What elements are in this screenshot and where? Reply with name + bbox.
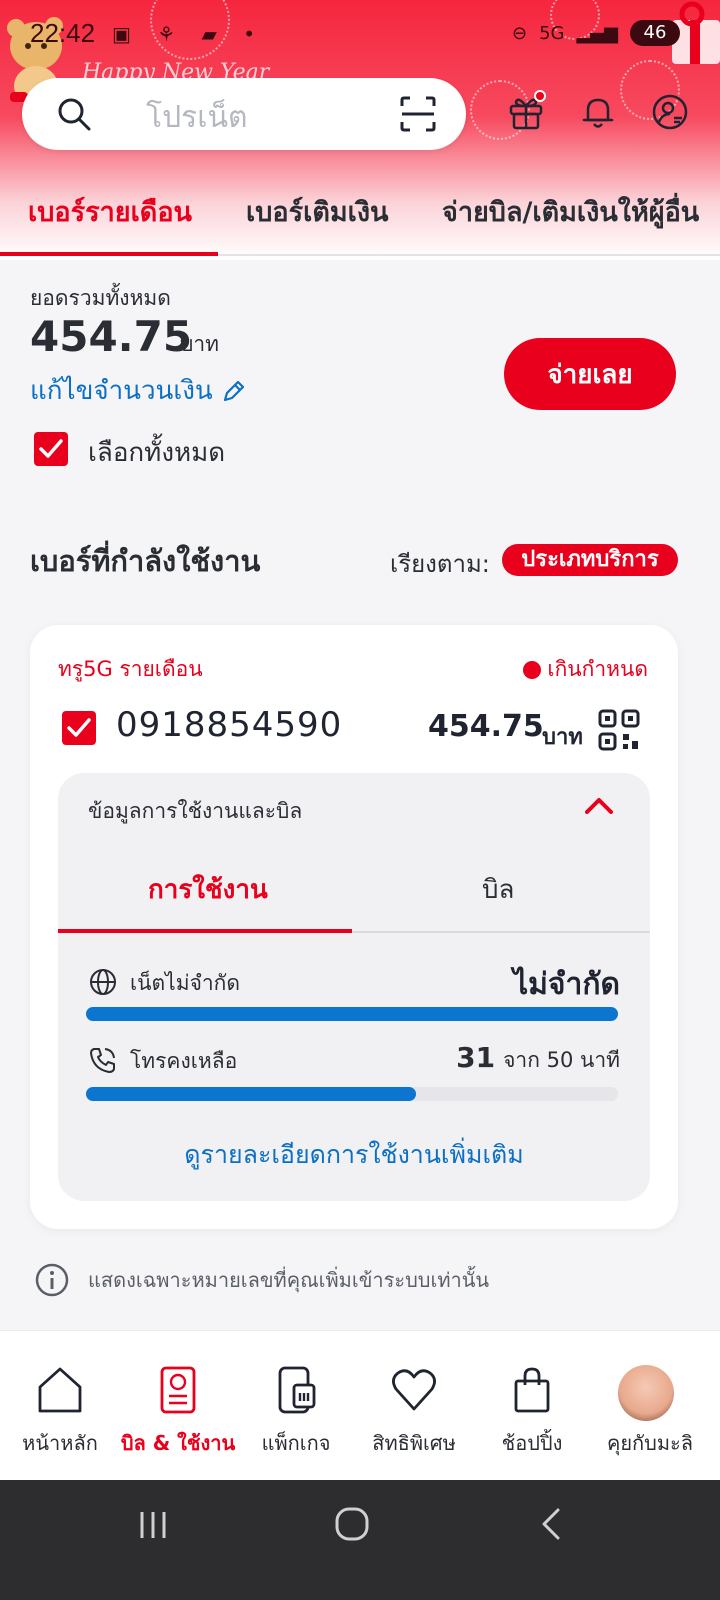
internet-progress-fill (86, 1007, 618, 1021)
check-icon (39, 439, 63, 458)
account-type-tabs: เบอร์รายเดือน เบอร์เติมเงิน จ่ายบิล/เติม… (0, 180, 720, 256)
edit-amount-label: แก้ไขจำนวนเงิน (30, 376, 213, 406)
bottom-navigation: หน้าหลัก บิล & ใช้งาน แพ็กเกจ สิทธิพิเศษ (0, 1330, 720, 1480)
sort-label: เรียงตาม: (390, 550, 490, 578)
status-bar: 22:42 ▣ ⚘ ▰ • ⊖ 5G ▂▄▆ 46 (0, 18, 720, 52)
calls-remaining: 31 (456, 1041, 496, 1074)
avatar (618, 1365, 674, 1421)
chevron-up-icon[interactable] (584, 795, 614, 815)
shopping-bag-icon (514, 1367, 550, 1413)
assistant-avatar-image (664, 1406, 674, 1421)
calls-label: โทรคงเหลือ (130, 1049, 238, 1073)
home-button-icon[interactable] (334, 1506, 370, 1542)
select-all-label: เลือกทั้งหมด (88, 438, 226, 468)
calls-progress-bar (86, 1087, 618, 1101)
bell-icon[interactable] (578, 92, 618, 132)
total-amount: 454.75 (30, 312, 193, 361)
plan-name: ทรู5G รายเดือน (58, 657, 203, 681)
status-time: 22:42 (30, 18, 96, 48)
info-note-text: แสดงเฉพาะหมายเลขที่คุณเพิ่มเข้าระบบเท่าน… (88, 1268, 490, 1292)
home-icon (38, 1367, 82, 1413)
info-note: แสดงเฉพาะหมายเลขที่คุณเพิ่มเข้าระบบเท่าน… (34, 1262, 489, 1298)
nav-chat-mali[interactable]: คุยกับมะลิ (590, 1331, 710, 1481)
number-card: ทรู5G รายเดือน เกินกำหนด 0918854590 454.… (30, 625, 678, 1229)
nav-chat-mali-label: คุยกับมะลิ (606, 1431, 694, 1455)
notification-dot (534, 90, 546, 102)
internet-progress-bar (86, 1007, 618, 1021)
section-title: เบอร์ที่กำลังใช้งาน (30, 544, 261, 578)
total-label: ยอดรวมทั้งหมด (30, 286, 171, 310)
package-icon (278, 1366, 316, 1414)
signal-icon: ▂▄▆ (576, 22, 618, 44)
more-usage-details-link[interactable]: ดูรายละเอียดการใช้งานเพิ่มเติม (58, 1135, 650, 1175)
pay-now-button[interactable]: จ่ายเลย (504, 338, 676, 410)
internet-label: เน็ตไม่จำกัด (130, 971, 241, 995)
status-text: เกินกำหนด (547, 657, 648, 681)
total-unit: บาท (180, 332, 219, 356)
network-5g-icon: 5G (539, 22, 565, 44)
qr-code-icon[interactable] (598, 709, 640, 751)
tab-usage[interactable]: การใช้งาน (148, 869, 268, 910)
dnd-icon: ⊖ (511, 22, 528, 44)
search-input[interactable]: โปรเน็ต (146, 94, 248, 141)
pencil-icon (223, 380, 244, 401)
tab-prepaid[interactable]: เบอร์เติมเงิน (246, 190, 389, 233)
line-unit: บาท (542, 725, 583, 750)
battery-indicator: 46 (630, 20, 680, 46)
info-icon (35, 1263, 69, 1297)
notification-icons: ▣ ⚘ ▰ • (112, 22, 266, 46)
active-tab-indicator (0, 252, 218, 256)
status-badge: เกินกำหนด (523, 653, 648, 686)
system-status-icons: ⊖ 5G ▂▄▆ 46 (512, 20, 680, 46)
system-navigation-bar (0, 1480, 720, 1600)
calls-total: จาก 50 นาที (503, 1048, 620, 1072)
phone-number: 0918854590 (116, 705, 343, 745)
usage-panel: ข้อมูลการใช้งานและบิล การใช้งาน บิล เน็ต… (58, 773, 650, 1201)
line-amount: 454.75 (428, 709, 544, 744)
search-bar[interactable]: โปรเน็ต (22, 78, 466, 150)
tab-postpaid[interactable]: เบอร์รายเดือน (28, 190, 192, 233)
heart-icon (392, 1369, 436, 1411)
usage-panel-title: ข้อมูลการใช้งานและบิล (88, 799, 303, 823)
calls-value: 31 จาก 50 นาที (456, 1041, 620, 1077)
overdue-dot (523, 660, 542, 679)
number-checkbox[interactable] (62, 711, 96, 745)
nav-home[interactable]: หน้าหลัก (0, 1331, 120, 1481)
nav-shopping[interactable]: ช้อปปิ้ง (472, 1331, 592, 1481)
active-usage-tab-indicator (58, 929, 352, 933)
scan-icon[interactable] (400, 96, 436, 132)
back-icon[interactable] (536, 1506, 566, 1542)
internet-value: ไม่จำกัด (513, 967, 620, 1002)
tab-pay-for-others[interactable]: จ่ายบิล/เติมเงินให้ผู้อื่น (442, 190, 699, 233)
bill-icon (160, 1366, 196, 1414)
phone-call-icon (90, 1048, 115, 1073)
search-icon (58, 98, 91, 131)
edit-amount-link[interactable]: แก้ไขจำนวนเงิน (30, 370, 247, 411)
nav-privileges[interactable]: สิทธิพิเศษ (354, 1331, 474, 1481)
select-all-checkbox[interactable] (34, 432, 68, 466)
recent-apps-icon[interactable] (136, 1508, 170, 1542)
nav-bill-usage[interactable]: บิล & ใช้งาน (118, 1331, 238, 1481)
header: Happy New Year 22:42 ▣ ⚘ ▰ • ⊖ 5G ▂▄▆ 46… (0, 0, 720, 260)
check-icon (67, 718, 91, 737)
calls-progress-fill (86, 1087, 416, 1101)
profile-icon[interactable] (650, 92, 690, 132)
nav-package[interactable]: แพ็กเกจ (236, 1331, 356, 1481)
sort-selector[interactable]: ประเภทบริการ (502, 544, 678, 576)
globe-icon (90, 969, 116, 995)
tab-bill[interactable]: บิล (482, 869, 514, 910)
